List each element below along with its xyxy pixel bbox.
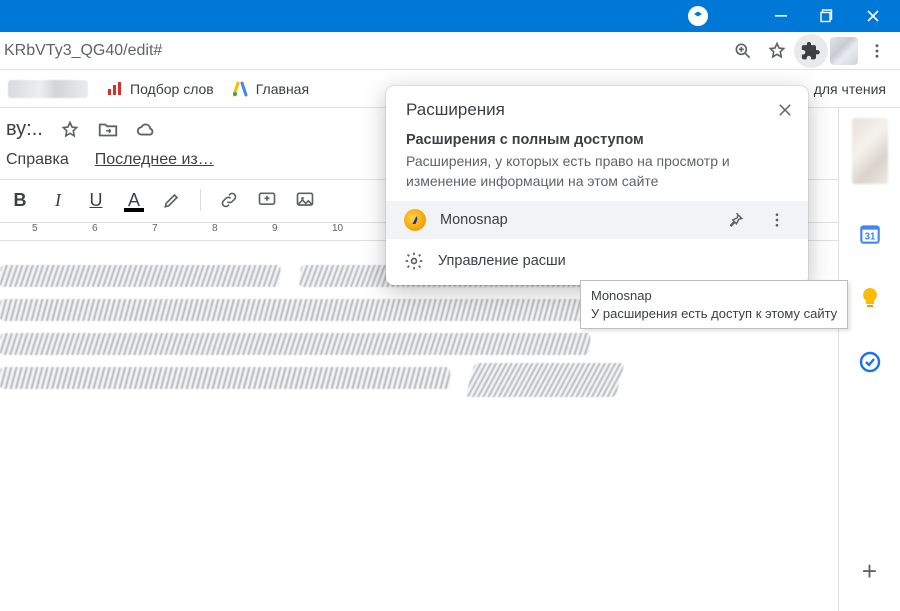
add-addon-button[interactable]: + [862,556,877,587]
redacted-text [465,363,624,397]
bars-icon [106,80,124,98]
url-text[interactable]: KRbVTy3_QG40/edit# [0,42,726,60]
bookmark-item-main[interactable]: Главная [232,80,309,98]
tooltip-title: Monosnap [591,287,837,305]
redacted-text [0,367,450,389]
insert-image-button[interactable] [291,186,319,214]
google-ads-icon [232,80,250,98]
italic-button[interactable]: I [44,186,72,214]
redacted-text [0,265,281,287]
ruler-tick: 9 [272,223,278,234]
browser-menu-button[interactable] [860,34,894,68]
window-minimize-button[interactable] [758,0,804,32]
redacted-text [0,333,591,355]
bookmark-label: Главная [256,81,309,97]
highlight-button[interactable] [158,186,186,214]
tooltip-body: У расширения есть доступ к этому сайту [591,305,837,323]
bookmark-item-podbor[interactable]: Подбор слов [106,80,214,98]
ruler-tick: 7 [152,223,158,234]
tasks-addon-icon[interactable] [856,348,884,376]
ruler-tick: 6 [92,223,98,234]
address-bar: KRbVTy3_QG40/edit# [0,32,900,70]
extension-item-monosnap[interactable]: Monosnap [386,201,808,239]
separator [200,189,201,211]
monosnap-icon [404,209,426,231]
extension-more-button[interactable] [768,211,796,229]
doc-title-fragment[interactable]: ву:.. [6,118,43,141]
popup-close-button[interactable] [776,101,794,119]
ruler-tick: 8 [212,223,218,234]
redacted-side-icon[interactable] [852,118,888,184]
downloads-indicator-icon[interactable] [688,6,708,26]
calendar-addon-icon[interactable]: 31 [856,220,884,248]
gear-icon [404,251,424,271]
reading-list-button[interactable]: для чтения [814,81,886,97]
profile-avatar[interactable] [830,37,858,65]
add-comment-button[interactable] [253,186,281,214]
cloud-status-icon[interactable] [135,119,157,141]
side-panel: 31 + [838,108,900,611]
window-titlebar [0,0,900,32]
ruler-tick: 10 [332,223,343,234]
manage-extensions-row[interactable]: Управление расши [386,239,808,277]
extension-tooltip: Monosnap У расширения есть доступ к этом… [580,280,848,329]
popup-description: Расширения, у которых есть право на прос… [386,150,808,201]
pin-extension-button[interactable] [726,211,754,229]
bookmark-item-redacted[interactable] [8,80,88,98]
zoom-icon[interactable] [726,34,760,68]
window-close-button[interactable] [850,0,896,32]
bookmark-star-icon[interactable] [760,34,794,68]
underline-button[interactable]: U [82,186,110,214]
extensions-popup: Расширения Расширения с полным доступом … [386,86,808,285]
insert-link-button[interactable] [215,186,243,214]
popup-title: Расширения [406,100,505,120]
bold-button[interactable]: B [6,186,34,214]
window-maximize-button[interactable] [804,0,850,32]
popup-subtitle: Расширения с полным доступом [386,128,808,150]
manage-extensions-label: Управление расши [438,253,566,269]
reading-list-label: для чтения [814,81,886,97]
star-icon[interactable] [59,119,81,141]
menu-help[interactable]: Справка [6,151,69,169]
ruler-tick: 5 [32,223,38,234]
extensions-button[interactable] [794,34,828,68]
redacted-text [0,299,630,321]
bookmark-label: Подбор слов [130,81,214,97]
keep-addon-icon[interactable] [856,284,884,312]
last-modified-link[interactable]: Последнее из… [95,151,214,169]
svg-text:31: 31 [864,231,875,242]
move-folder-icon[interactable] [97,119,119,141]
text-color-button[interactable]: A [120,186,148,214]
extension-name: Monosnap [440,212,712,228]
